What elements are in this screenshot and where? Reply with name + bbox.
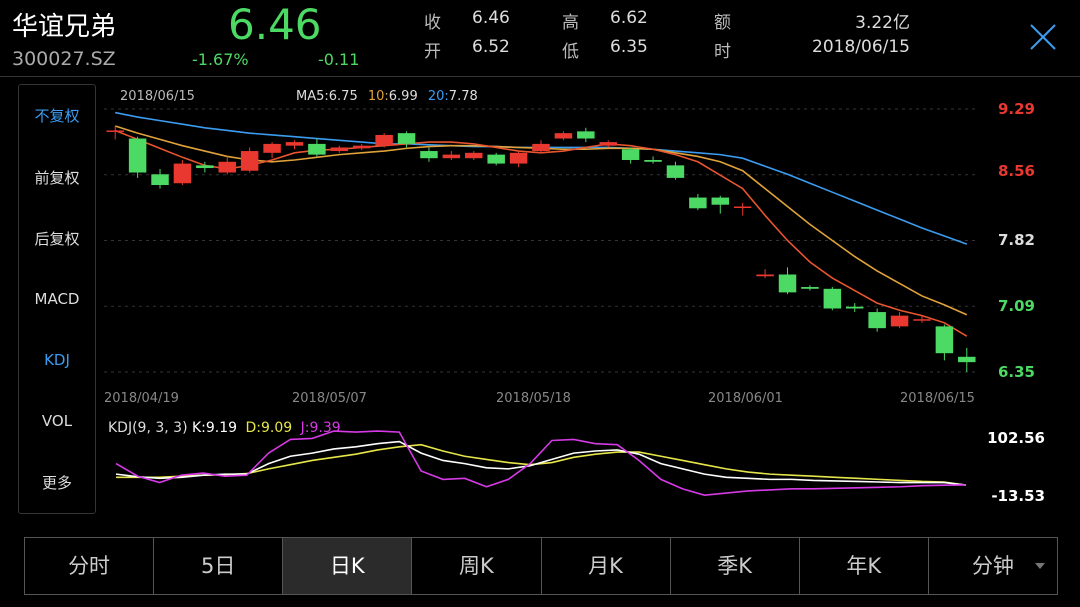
candle xyxy=(868,308,886,332)
kdj-d-line xyxy=(116,443,967,486)
tab-minute-label: 分钟 xyxy=(971,554,1014,578)
candle xyxy=(285,140,304,150)
candle xyxy=(890,312,909,329)
tab-5day[interactable]: 5日 xyxy=(154,538,284,594)
tab-daily[interactable]: 日K xyxy=(283,538,413,594)
candle xyxy=(554,131,573,141)
candle xyxy=(442,151,461,160)
candle xyxy=(599,140,617,148)
candle xyxy=(308,138,326,157)
candle xyxy=(465,151,483,160)
tab-weekly[interactable]: 周K xyxy=(412,538,542,594)
candle xyxy=(666,161,685,180)
candle xyxy=(330,145,349,153)
candlestick-chart[interactable] xyxy=(0,0,1080,520)
chevron-down-icon xyxy=(1035,563,1045,569)
candle xyxy=(240,147,259,173)
candle xyxy=(778,267,797,295)
candle xyxy=(711,195,730,214)
candle xyxy=(218,156,236,175)
candle xyxy=(532,140,550,153)
tab-monthly[interactable]: 月K xyxy=(542,538,671,594)
candle xyxy=(420,147,438,162)
tab-minute[interactable]: 分钟 xyxy=(929,538,1057,594)
candle xyxy=(621,147,640,164)
tab-intraday[interactable]: 分时 xyxy=(25,538,155,594)
tab-quarterly[interactable]: 季K xyxy=(671,538,800,594)
candle xyxy=(352,143,371,151)
candle xyxy=(173,159,192,186)
candle xyxy=(756,269,774,279)
candle xyxy=(487,152,505,166)
candle xyxy=(644,156,662,164)
candle xyxy=(375,133,393,148)
candle xyxy=(913,315,931,323)
candle xyxy=(509,151,528,168)
ma20-line xyxy=(115,111,968,245)
candle xyxy=(801,285,819,291)
tab-yearly[interactable]: 年K xyxy=(800,538,929,594)
candle xyxy=(151,168,169,189)
candle xyxy=(733,202,752,216)
candle xyxy=(577,127,595,143)
candle xyxy=(958,347,976,372)
candle xyxy=(935,324,954,361)
kdj-k-line xyxy=(115,440,967,486)
period-tabbar: 分时 5日 日K 周K 月K 季K 年K 分钟 xyxy=(24,537,1058,595)
candle xyxy=(689,193,707,211)
candle xyxy=(263,142,281,159)
candle xyxy=(846,303,864,313)
candle xyxy=(823,287,842,311)
candle xyxy=(128,136,147,178)
